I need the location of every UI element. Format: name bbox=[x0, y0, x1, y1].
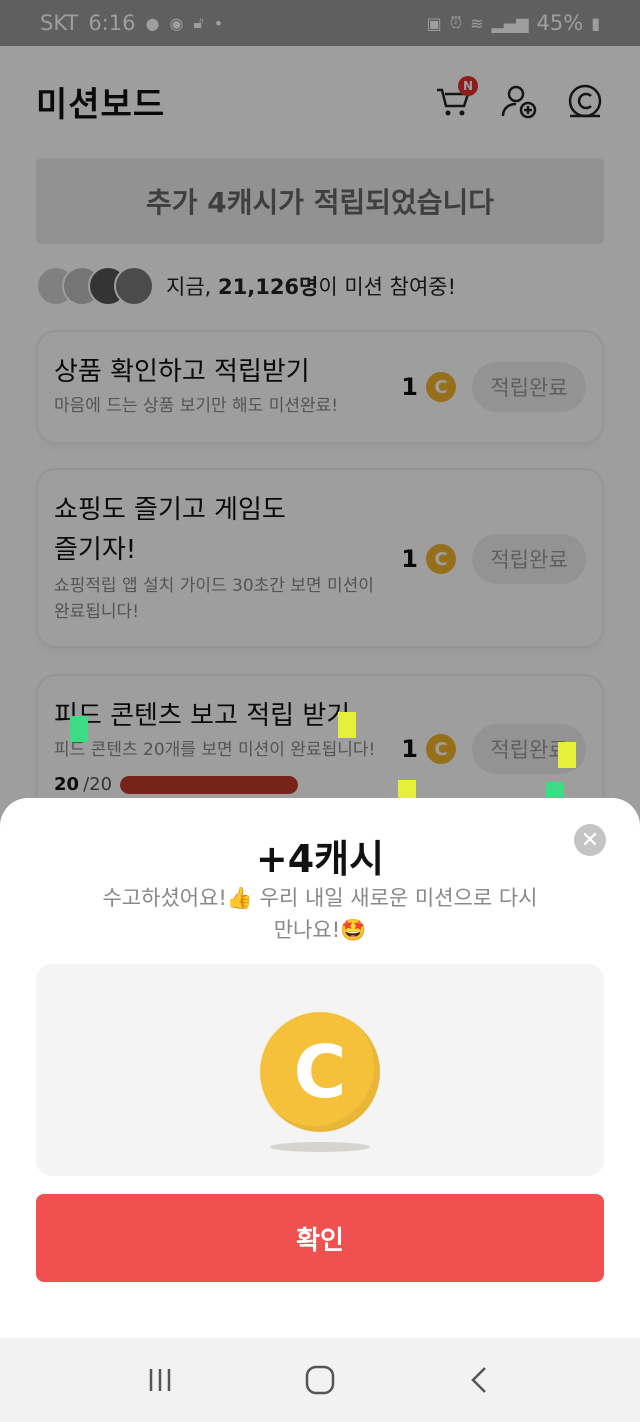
modal-message: 수고하셨어요!👍 우리 내일 새로운 미션으로 다시 만나요!🤩 bbox=[102, 886, 538, 942]
confirm-button[interactable]: 확인 bbox=[36, 1194, 604, 1282]
confetti-piece bbox=[338, 712, 356, 738]
back-icon[interactable] bbox=[450, 1350, 510, 1410]
close-button[interactable]: ✕ bbox=[574, 824, 606, 856]
reward-modal: +4캐시 ✕ 수고하셨어요!👍 우리 내일 새로운 미션으로 다시 만나요!🤩 … bbox=[0, 798, 640, 1338]
close-icon: ✕ bbox=[580, 827, 600, 853]
cash-coin-icon: C bbox=[260, 1012, 380, 1132]
coin-shadow bbox=[270, 1142, 370, 1152]
system-nav-bar bbox=[0, 1338, 640, 1422]
coin-illustration-box: C bbox=[36, 964, 604, 1176]
modal-title: +4캐시 bbox=[255, 837, 385, 881]
confetti-piece bbox=[70, 716, 88, 742]
recent-apps-icon[interactable] bbox=[130, 1350, 190, 1410]
confetti-piece bbox=[558, 742, 576, 768]
home-icon[interactable] bbox=[290, 1350, 350, 1410]
